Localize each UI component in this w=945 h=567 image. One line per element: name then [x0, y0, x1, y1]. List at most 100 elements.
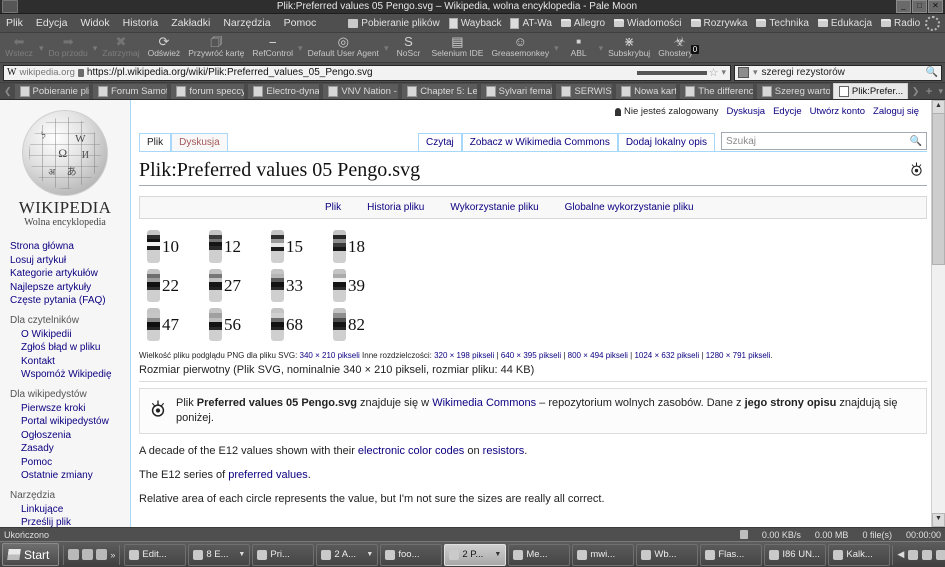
resolution-link[interactable]: 320 × 198 pikseli [434, 351, 494, 360]
wiki-logo[interactable]: Ω W ל И あ अ WIKIPEDIA Wolna encyklopedia [0, 104, 130, 228]
bookmark-item[interactable]: Wayback [448, 17, 501, 29]
stop-button[interactable]: ✖ Zatrzymaj [98, 34, 143, 58]
tray-icon[interactable] [936, 549, 945, 560]
tab-scroll-left-icon[interactable]: ❮ [2, 83, 14, 99]
browser-tab[interactable]: VNV Nation - ... [322, 83, 400, 99]
resolution-link[interactable]: 800 × 494 pikseli [568, 351, 628, 360]
scroll-up-icon[interactable]: ▲ [932, 100, 945, 114]
sidebar-item-linkujace[interactable]: Linkujące [10, 503, 130, 517]
new-tab-button[interactable]: + [921, 83, 936, 99]
sidebar-item-wspomoz[interactable]: Wspomóż Wikipedię [10, 368, 130, 382]
desc1-link1[interactable]: electronic color codes [358, 445, 464, 457]
taskbar-button[interactable]: Kalk... [828, 543, 891, 566]
noscript-button[interactable]: S NoScr [389, 34, 427, 58]
reload-button[interactable]: ⟳ Odśwież [144, 34, 185, 58]
quicklaunch-icon[interactable] [96, 549, 108, 560]
sidebar-item-zasady[interactable]: Zasady [10, 442, 130, 456]
taskbar-button[interactable]: 8 E... ▼ [188, 543, 251, 566]
tray-icon[interactable] [908, 549, 919, 560]
chevron-down-icon[interactable]: ▼ [238, 551, 245, 558]
tray-icon[interactable] [922, 549, 933, 560]
file-preview-image[interactable]: 10 12 15 18 22 27 33 39 47 56 68 82 [139, 227, 927, 349]
desc2-link[interactable]: preferred values [228, 469, 308, 481]
useragent-button[interactable]: ◎ Default User Agent [304, 34, 383, 58]
sidebar-item-losuj-artykul[interactable]: Losuj artykuł [10, 254, 130, 268]
bookmark-star-icon[interactable]: ☆ [709, 66, 719, 79]
taskbar-button[interactable]: Flas... [700, 543, 763, 566]
sidebar-item-najlepsze[interactable]: Najlepsze artykuły [10, 281, 130, 295]
bookmark-item[interactable]: Radio [881, 18, 920, 29]
menu-item-pomoc[interactable]: Pomoc [284, 17, 317, 29]
scrollbar-thumb[interactable] [932, 113, 945, 265]
menu-item-zakladki[interactable]: Zakładki [171, 17, 210, 29]
taskbar-button[interactable]: foo... [380, 543, 443, 566]
tab-list-icon[interactable]: ▾ [936, 83, 945, 99]
sidebar-item-pomoc[interactable]: Pomoc [10, 456, 130, 470]
minimize-button[interactable]: _ [896, 0, 911, 13]
wiki-search-box[interactable]: Szukaj 🔍 [721, 132, 927, 150]
tab-plik[interactable]: Plik [139, 133, 172, 151]
userlink-dyskusja[interactable]: Dyskusja [727, 106, 766, 117]
bookmark-item[interactable]: Technika [756, 18, 809, 29]
taskbar-button[interactable]: mwi... [572, 543, 635, 566]
browser-tab[interactable]: Electro-dyna... [247, 83, 321, 99]
browser-tab[interactable]: Szereg warto... [755, 83, 831, 99]
browser-tab[interactable]: SERWIS I [555, 83, 614, 99]
browser-tab[interactable]: forum speccy... [170, 83, 246, 99]
menu-item-widok[interactable]: Widok [80, 17, 109, 29]
taskbar-button-active[interactable]: 2 P... ▼ [444, 543, 507, 566]
quicklaunch-more-icon[interactable]: » [110, 550, 115, 560]
page-scrollbar[interactable]: ▲ ▼ [931, 100, 945, 527]
search-icon[interactable]: 🔍 [910, 136, 922, 147]
browser-tab[interactable]: The differenc... [679, 83, 754, 99]
subscribe-button[interactable]: ⋇ Subskrybuj [604, 34, 654, 58]
ghostery-button[interactable]: ☣ Ghostery0 [654, 34, 705, 58]
browser-tab[interactable]: Nowa karta [615, 83, 678, 99]
browser-tab[interactable]: Chapter 5: Le... [401, 83, 478, 99]
greasemonkey-button[interactable]: ☺ Greasemonkey [487, 34, 553, 58]
sidebar-item-ogloszenia[interactable]: Ogłoszenia [10, 429, 130, 443]
chevron-down-icon[interactable]: ▼ [494, 551, 501, 558]
sidebar-item-przeslij-plik[interactable]: Prześlij plik [10, 516, 130, 527]
chevron-down-icon[interactable]: ▾ [752, 67, 759, 78]
sidebar-item-o-wikipedii[interactable]: O Wikipedii [10, 328, 130, 342]
bookmark-item[interactable]: Rozrywka [690, 18, 747, 29]
browser-tab[interactable]: Sylvari femal... [479, 83, 554, 99]
tab-dodaj-opis[interactable]: Dodaj lokalny opis [617, 133, 715, 151]
tab-zobacz-commons[interactable]: Zobacz w Wikimedia Commons [461, 133, 618, 151]
browser-tab[interactable]: Pobieranie pli... [13, 83, 90, 99]
search-bar[interactable]: ▾ szeregi rezystorów 🔍 [734, 64, 942, 81]
notice-description-link[interactable]: jego strony opisu [745, 397, 837, 409]
search-engine-icon[interactable] [738, 67, 749, 78]
bookmark-item[interactable]: Pobieranie plików [348, 18, 440, 29]
sidebar-item-zglos-blad[interactable]: Zgłoś błąd w pliku [10, 341, 130, 355]
maximize-button[interactable]: □ [912, 0, 927, 13]
filetab-plik[interactable]: Plik [325, 202, 341, 213]
bookmark-item[interactable]: Allegro [560, 18, 605, 29]
menu-item-edycja[interactable]: Edycja [36, 17, 68, 29]
selenium-button[interactable]: ▤ Selenium IDE [427, 34, 487, 58]
taskbar-button[interactable]: 2 A... ▼ [316, 543, 379, 566]
desc1-link2[interactable]: resistors [483, 445, 525, 457]
taskbar-button[interactable]: Edit... [124, 543, 187, 566]
close-button[interactable]: ✕ [928, 0, 943, 13]
tab-czytaj[interactable]: Czytaj [417, 133, 462, 151]
sidebar-item-kategorie[interactable]: Kategorie artykułów [10, 267, 130, 281]
filetab-wykorzystanie[interactable]: Wykorzystanie pliku [450, 202, 538, 213]
sidebar-item-ostatnie-zmiany[interactable]: Ostatnie zmiany [10, 469, 130, 483]
userlink-edycje[interactable]: Edycje [773, 106, 802, 117]
tray-expand-icon[interactable]: ◀ [897, 549, 904, 560]
taskbar-button[interactable]: Wb... [636, 543, 699, 566]
browser-tab[interactable]: Forum Samot... [91, 83, 169, 99]
menu-item-narzedzia[interactable]: Narzędzia [223, 17, 270, 29]
sidebar-item-faq[interactable]: Częste pytania (FAQ) [10, 294, 130, 308]
sidebar-item-pierwsze-kroki[interactable]: Pierwsze kroki [10, 402, 130, 416]
quicklaunch-icon[interactable] [82, 549, 94, 560]
sidebar-item-kontakt[interactable]: Kontakt [10, 355, 130, 369]
userlink-utworz-konto[interactable]: Utwórz konto [810, 106, 865, 117]
taskbar-button[interactable]: I86 UN... [764, 543, 827, 566]
abl-button[interactable]: ■ ABL [560, 34, 598, 58]
taskbar-button[interactable]: Me... [508, 543, 571, 566]
forward-button[interactable]: ➡ Do przodu [45, 34, 92, 58]
menu-item-historia[interactable]: Historia [123, 17, 159, 29]
